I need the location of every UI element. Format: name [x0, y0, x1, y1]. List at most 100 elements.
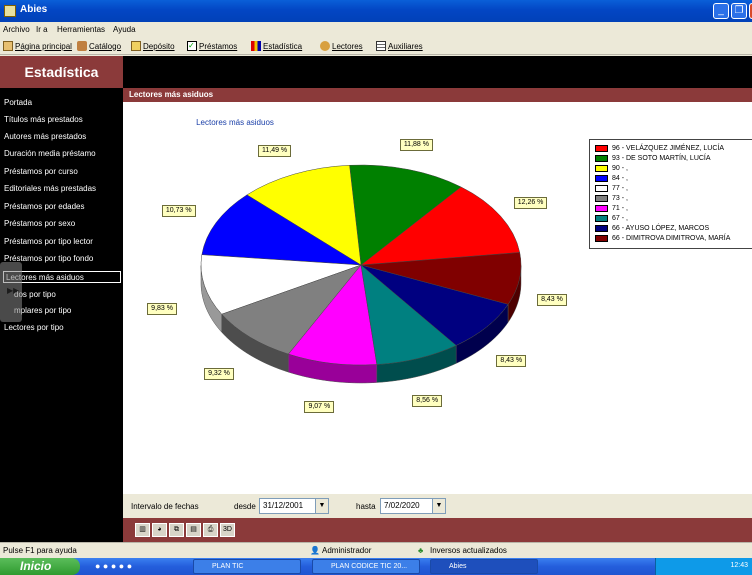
toolbar-deposito[interactable]: Depósito	[131, 41, 175, 51]
legend-label: 73 - ,	[612, 195, 628, 202]
sidebar-item[interactable]: Préstamos por curso	[4, 167, 78, 176]
hasta-label: hasta	[356, 502, 376, 511]
collapse-handle[interactable]: ▶▶	[0, 262, 22, 322]
legend-label: 93 - DE SOTO MARTÍN, LUCÍA	[612, 155, 711, 162]
start-button[interactable]: Inicio	[0, 558, 80, 575]
chart-legend: 96 - VELÁZQUEZ JIMÉNEZ, LUCÍA 93 - DE SOT…	[589, 139, 752, 249]
taskbar: Inicio ● ● ● ● ● PLAN TIC PLAN CODICE TI…	[0, 558, 752, 575]
status-inversos: Inversos actualizados	[430, 546, 507, 555]
legend-swatch	[595, 185, 608, 192]
quick-launch-icons[interactable]: ● ● ● ● ●	[95, 561, 132, 571]
user-icon: 👤	[310, 546, 320, 555]
menu-archivo[interactable]: Archivo	[3, 25, 30, 34]
legend-swatch	[595, 175, 608, 182]
sidebar-item[interactable]: Autores más prestados	[4, 132, 86, 141]
sync-icon: ♣	[418, 546, 424, 555]
pie-data-label: 11,88 %	[399, 138, 433, 151]
legend-entry: 71 - ,	[595, 204, 628, 213]
legend-swatch	[595, 145, 608, 152]
maximize-button[interactable]: ❐	[731, 3, 747, 19]
menu-ayuda[interactable]: Ayuda	[113, 25, 136, 34]
pie-data-label: 10,73 %	[161, 205, 196, 218]
sidebar-item[interactable]: Duración media préstamo	[4, 149, 96, 158]
legend-label: 77 - ,	[612, 185, 628, 192]
double-arrow-icon: ▶▶	[7, 286, 20, 295]
toolbar-prestamos[interactable]: ✓ Préstamos	[187, 41, 237, 51]
readers-icon	[320, 41, 330, 51]
title-bar: Abies _ ❐ ×	[0, 0, 752, 22]
legend-label: 66 - DIMITROVA DIMITROVA, MARÍA	[612, 235, 731, 242]
legend-entry: 96 - VELÁZQUEZ JIMÉNEZ, LUCÍA	[595, 144, 724, 153]
sidebar-item[interactable]: Préstamos por edades	[4, 202, 85, 211]
3d-toggle-icon[interactable]: 3D	[220, 523, 235, 537]
dropdown-arrow-icon: ▼	[315, 499, 328, 513]
window-title: Abies	[20, 4, 48, 15]
legend-swatch	[595, 155, 608, 162]
legend-swatch	[595, 205, 608, 212]
task-plan-codice[interactable]: PLAN CODICE TIC 20...	[312, 559, 420, 574]
legend-label: 71 - ,	[612, 205, 628, 212]
system-tray: 12:43	[655, 558, 752, 575]
status-bar: Pulse F1 para ayuda 👤 Administrador ♣ In…	[0, 542, 752, 558]
copy-icon[interactable]: ⧉	[169, 523, 184, 537]
sidebar-item[interactable]: Lectores por tipo	[4, 323, 64, 332]
pie-data-label: 12,26 %	[513, 197, 548, 210]
legend-swatch	[595, 225, 608, 232]
sidebar-item[interactable]: mplares por tipo	[14, 306, 71, 315]
main-top-strip	[123, 56, 752, 88]
sidebar-footer	[0, 518, 123, 542]
legend-label: 96 - VELÁZQUEZ JIMÉNEZ, LUCÍA	[612, 145, 725, 152]
date-interval-label: Intervalo de fechas	[131, 502, 199, 511]
desde-date-select[interactable]: 31/12/2001 ▼	[259, 498, 329, 514]
toolbar: Página principal Catálogo Depósito ✓ Pré…	[0, 38, 752, 55]
dropdown-arrow-icon: ▼	[432, 499, 445, 513]
home-icon	[3, 41, 13, 51]
chart-toolbar: ▥ ◕ ⧉ ▤ ⎙ 3D	[123, 518, 752, 542]
legend-label: 90 - ,	[612, 165, 628, 172]
pie-data-label: 9,07 %	[304, 400, 335, 413]
print-icon[interactable]: ⎙	[203, 523, 218, 537]
pie-data-label: 9,83 %	[147, 302, 177, 315]
toolbar-pagina-principal[interactable]: Página principal	[3, 41, 72, 51]
toolbar-catalogo[interactable]: Catálogo	[77, 41, 121, 51]
box-icon	[131, 41, 141, 51]
menu-ir-a[interactable]: Ir a	[36, 25, 48, 34]
legend-swatch	[595, 195, 608, 202]
sidebar-item[interactable]: Préstamos por tipo lector	[4, 237, 93, 246]
sidebar-item[interactable]: Portada	[4, 98, 32, 107]
legend-label: 66 - AYUSO LÓPEZ, MARCOS	[612, 225, 710, 232]
menu-herramientas[interactable]: Herramientas	[57, 25, 105, 34]
pie-data-label: 8,43 %	[537, 294, 567, 307]
task-plan-tic[interactable]: PLAN TIC	[193, 559, 301, 574]
sidebar-title: Estadística	[0, 56, 123, 88]
checkbox-icon: ✓	[187, 41, 197, 51]
save-icon[interactable]: ▤	[186, 523, 201, 537]
toolbar-lectores[interactable]: Lectores	[320, 41, 363, 51]
section-header: Lectores más asiduos	[123, 88, 752, 102]
pie-data-label: 9,32 %	[204, 368, 234, 381]
date-filter-bar: Intervalo de fechas desde 31/12/2001 ▼ h…	[123, 494, 752, 518]
table-icon	[376, 41, 386, 51]
legend-entry: 66 - AYUSO LÓPEZ, MARCOS	[595, 224, 709, 233]
legend-entry: 77 - ,	[595, 184, 628, 193]
status-user: Administrador	[322, 546, 372, 555]
toolbar-auxiliares[interactable]: Auxiliares	[376, 41, 423, 51]
app-icon	[4, 5, 16, 17]
hasta-date-select[interactable]: 7/02/2020 ▼	[380, 498, 446, 514]
task-abies[interactable]: Abies	[430, 559, 538, 574]
sidebar-item[interactable]: Préstamos por sexo	[4, 219, 75, 228]
pie-chart-icon[interactable]: ◕	[152, 523, 167, 537]
bar-chart-icon[interactable]: ▥	[135, 523, 150, 537]
legend-entry: 66 - DIMITROVA DIMITROVA, MARÍA	[595, 234, 730, 243]
legend-entry: 73 - ,	[595, 194, 628, 203]
bar-chart-icon	[251, 41, 261, 51]
legend-swatch	[595, 165, 608, 172]
toolbar-estadistica[interactable]: Estadística	[251, 41, 302, 51]
sidebar-item[interactable]: Editoriales más prestadas	[4, 184, 96, 193]
status-help: Pulse F1 para ayuda	[3, 546, 77, 555]
minimize-button[interactable]: _	[713, 3, 729, 19]
legend-label: 84 - ,	[612, 175, 628, 182]
clock: 12:43	[730, 562, 748, 569]
legend-swatch	[595, 235, 608, 242]
pie-data-label: 8,56 %	[412, 394, 443, 407]
